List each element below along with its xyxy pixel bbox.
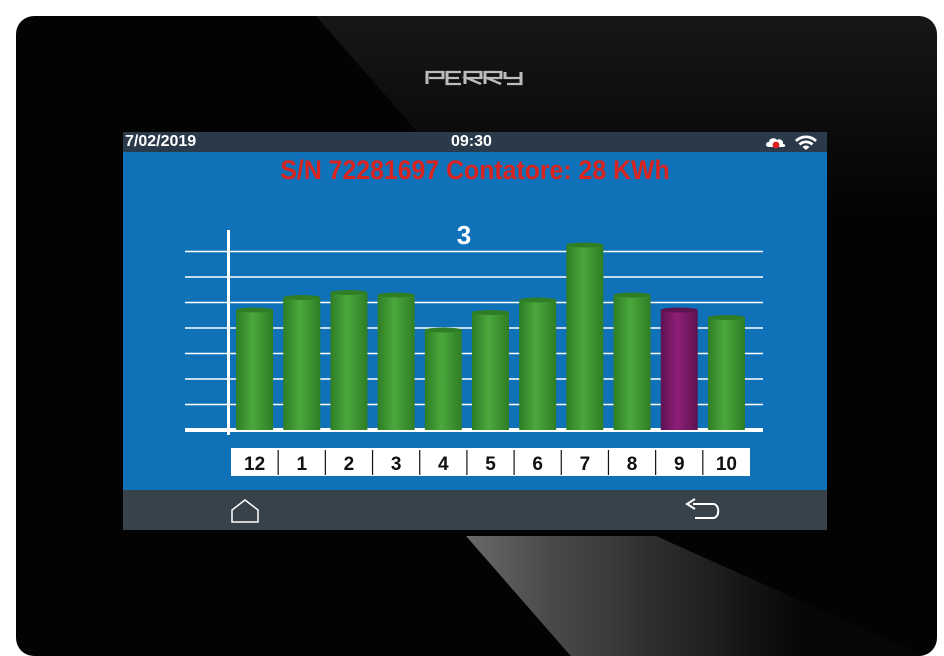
x-tick-label-2: 2 (344, 454, 355, 475)
bar-12 (236, 310, 274, 430)
display-screen: 7/02/2019 09:30 S/N 72281697 Contatore: … (123, 132, 827, 530)
x-tick-label-7: 7 (580, 454, 591, 475)
bar-cap-9 (660, 307, 698, 313)
bar-10 (707, 317, 745, 430)
bar-8 (613, 295, 651, 430)
chart-title: 3 (457, 220, 471, 250)
bar-cap-12 (236, 307, 274, 313)
x-tick-label-5: 5 (485, 454, 496, 475)
x-tick-label-1: 1 (296, 454, 307, 475)
navigation-bar (123, 490, 827, 530)
glass-reflection-bottom (466, 536, 937, 656)
x-tick-label-9: 9 (674, 454, 685, 475)
bar-7 (566, 245, 604, 430)
perry-logo-icon (425, 70, 523, 86)
bar-2 (330, 292, 368, 430)
x-tick-label-4: 4 (438, 454, 449, 475)
bar-cap-6 (519, 297, 557, 303)
bar-4 (424, 330, 462, 430)
bar-5 (472, 312, 509, 430)
bar-cap-4 (424, 327, 462, 333)
bar-9 (660, 310, 698, 430)
bar-3 (377, 295, 415, 430)
x-tick-label-3: 3 (391, 454, 402, 475)
brand-logo (419, 69, 529, 87)
home-button[interactable] (227, 498, 263, 524)
bar-cap-1 (283, 295, 321, 300)
bar-6 (519, 300, 557, 430)
home-icon[interactable] (227, 498, 263, 524)
device-frame: 7/02/2019 09:30 S/N 72281697 Contatore: … (16, 16, 937, 656)
bar-cap-5 (472, 310, 509, 315)
x-tick-label-6: 6 (532, 454, 543, 475)
bar-1 (283, 297, 321, 430)
bar-cap-8 (613, 292, 651, 298)
back-button[interactable] (679, 498, 723, 524)
bar-chart: 3 12 1 2 3 4 5 6 7 8 9 10 (185, 220, 763, 476)
y-axis-line (227, 230, 230, 435)
x-tick-label-8: 8 (627, 454, 638, 475)
x-tick-label-10: 10 (716, 454, 737, 475)
bar-cap-10 (707, 315, 745, 320)
back-icon[interactable] (679, 498, 723, 524)
bar-cap-3 (377, 292, 415, 298)
bar-cap-7 (566, 242, 604, 248)
bar-cap-2 (330, 290, 368, 295)
x-tick-label-12: 12 (244, 454, 265, 475)
